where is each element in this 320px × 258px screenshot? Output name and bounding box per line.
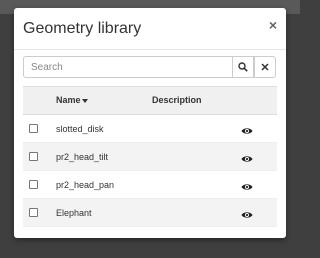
view-button[interactable] — [241, 123, 253, 134]
row-name: pr2_head_tilt — [56, 152, 109, 162]
clear-search-button[interactable]: ✕ — [254, 56, 276, 78]
row-checkbox[interactable] — [29, 124, 38, 133]
dialog-header: Geometry library × — [14, 8, 286, 50]
row-checkbox[interactable] — [29, 152, 38, 161]
table-header: Name Description — [23, 86, 277, 115]
geometry-library-dialog: Geometry library × ✕ Name Description sl… — [14, 8, 286, 238]
search-bar: ✕ — [23, 56, 277, 78]
close-button[interactable]: × — [269, 18, 277, 32]
table-row: pr2_head_tilt — [23, 143, 277, 171]
view-button[interactable] — [241, 179, 253, 190]
row-checkbox[interactable] — [29, 180, 38, 189]
eye-icon — [241, 212, 253, 218]
eye-icon — [241, 156, 253, 162]
column-header-description: Description — [152, 95, 202, 105]
eye-icon — [241, 128, 253, 134]
view-button[interactable] — [241, 151, 253, 162]
column-header-name-label: Name — [56, 95, 81, 105]
row-checkbox[interactable] — [29, 208, 38, 217]
view-button[interactable] — [241, 207, 253, 218]
row-name: slotted_disk — [56, 124, 104, 134]
search-icon — [238, 62, 248, 72]
table-row: slotted_disk — [23, 115, 277, 143]
search-input[interactable] — [23, 56, 233, 78]
row-name: Elephant — [56, 208, 92, 218]
dialog-title: Geometry library — [23, 20, 142, 37]
eye-icon — [241, 184, 253, 190]
table-row: pr2_head_pan — [23, 171, 277, 199]
geometry-table: Name Description slotted_disk pr2_head_t… — [23, 86, 277, 227]
table-row: Elephant — [23, 199, 277, 227]
search-button[interactable] — [232, 56, 254, 78]
caret-down-icon — [81, 98, 88, 103]
row-name: pr2_head_pan — [56, 180, 115, 190]
column-header-name[interactable]: Name — [56, 94, 88, 106]
